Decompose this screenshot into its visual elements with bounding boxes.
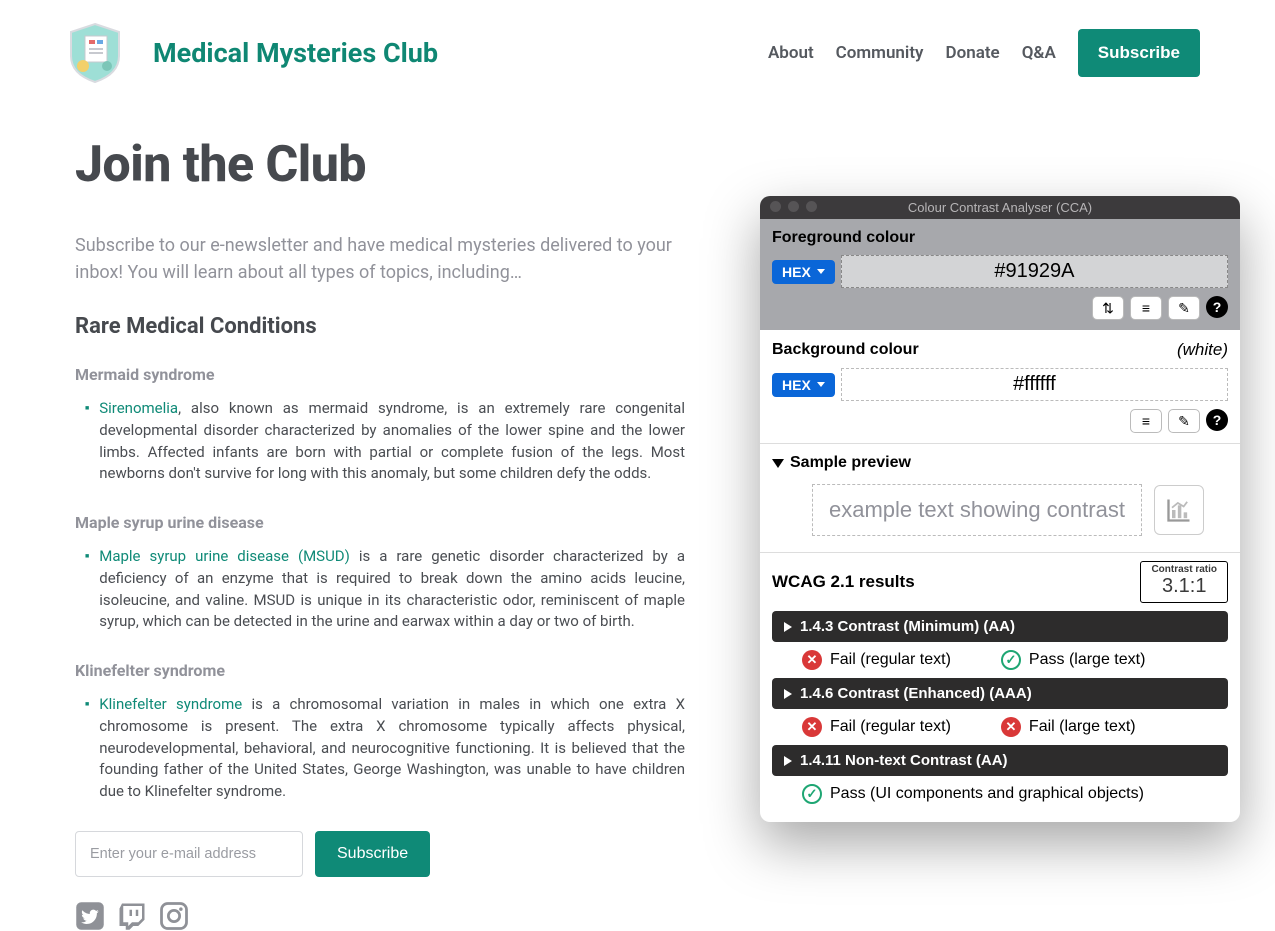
bg-help-button[interactable]: ?	[1206, 409, 1228, 431]
subscribe-button[interactable]: Subscribe	[1078, 29, 1200, 77]
window-controls[interactable]	[770, 201, 817, 212]
result-1411-detail: ✓ Pass (UI components and graphical objec…	[772, 776, 1228, 808]
email-field[interactable]	[75, 831, 303, 877]
background-note: (white)	[1177, 340, 1228, 360]
swap-colors-button[interactable]: ⇅	[1092, 296, 1124, 320]
fg-color-input[interactable]	[841, 255, 1228, 288]
cca-titlebar[interactable]: Colour Contrast Analyser (CCA)	[760, 196, 1240, 219]
intro-text: Subscribe to our e-newsletter and have m…	[75, 232, 685, 286]
chevron-right-icon	[784, 756, 792, 766]
condition-maple: Maple syrup urine disease Maple syrup ur…	[75, 513, 685, 633]
preview-toggle[interactable]: Sample preview	[772, 454, 1228, 472]
sliders-icon: ≡	[1142, 300, 1150, 316]
twitter-icon[interactable]	[75, 901, 105, 931]
result-1411-label: 1.4.11 Non-text Contrast (AA)	[800, 752, 1008, 769]
swap-icon: ⇅	[1102, 300, 1114, 317]
preview-section: Sample preview example text showing cont…	[760, 444, 1240, 553]
pass-icon: ✓	[1001, 650, 1021, 670]
fg-eyedropper-button[interactable]: ✎	[1168, 296, 1200, 320]
link-sirenomelia[interactable]: Sirenomelia	[99, 399, 178, 417]
result-146-fail1: Fail (regular text)	[830, 718, 951, 736]
link-msud[interactable]: Maple syrup urine disease (MSUD)	[99, 547, 350, 565]
zoom-window-icon[interactable]	[806, 201, 817, 212]
instagram-icon[interactable]	[159, 901, 189, 931]
ratio-label: Contrast ratio	[1151, 564, 1217, 575]
link-klinefelter[interactable]: Klinefelter syndrome	[99, 695, 242, 713]
nav-qa[interactable]: Q&A	[1022, 43, 1056, 63]
results-section: WCAG 2.1 results Contrast ratio 3.1:1 1.…	[760, 553, 1240, 822]
list-item: Maple syrup urine disease (MSUD) is a ra…	[85, 546, 685, 633]
result-143-label: 1.4.3 Contrast (Minimum) (AA)	[800, 618, 1015, 635]
cca-window: Colour Contrast Analyser (CCA) Foregroun…	[760, 196, 1240, 822]
result-146-header[interactable]: 1.4.6 Contrast (Enhanced) (AAA)	[772, 678, 1228, 709]
chevron-right-icon	[784, 689, 792, 699]
nav-community[interactable]: Community	[836, 43, 924, 63]
fail-icon: ✕	[802, 650, 822, 670]
chart-icon	[1165, 496, 1193, 524]
foreground-section: Foreground colour HEX ⇅ ≡ ✎ ?	[760, 219, 1240, 330]
subscribe-form: Subscribe	[75, 831, 685, 877]
chevron-down-icon	[772, 459, 784, 468]
cca-title: Colour Contrast Analyser (CCA)	[908, 200, 1092, 215]
close-window-icon[interactable]	[770, 201, 781, 212]
site-header: Medical Mysteries Club About Community D…	[0, 0, 1275, 96]
sliders-icon: ≡	[1142, 413, 1150, 429]
bg-sliders-button[interactable]: ≡	[1130, 409, 1162, 433]
condition-heading: Klinefelter syndrome	[75, 661, 685, 680]
main-nav: About Community Donate Q&A Subscribe	[768, 29, 1200, 77]
fg-format-select[interactable]: HEX	[772, 260, 835, 284]
background-label: Background colour	[772, 341, 919, 359]
eyedropper-icon: ✎	[1178, 413, 1190, 430]
brand: Medical Mysteries Club	[65, 22, 438, 84]
preview-text: example text showing contrast	[812, 484, 1142, 536]
nav-about[interactable]: About	[768, 43, 814, 63]
section-heading: Rare Medical Conditions	[75, 314, 685, 339]
brand-title: Medical Mysteries Club	[153, 37, 438, 69]
fail-icon: ✕	[1001, 717, 1021, 737]
fail-icon: ✕	[802, 717, 822, 737]
result-1411-pass: Pass (UI components and graphical object…	[830, 785, 1144, 803]
foreground-label: Foreground colour	[772, 229, 1228, 247]
bg-format-select[interactable]: HEX	[772, 373, 835, 397]
condition-heading: Maple syrup urine disease	[75, 513, 685, 532]
condition-mermaid: Mermaid syndrome Sirenomelia, also known…	[75, 365, 685, 485]
chevron-right-icon	[784, 622, 792, 632]
list-item: Sirenomelia, also known as mermaid syndr…	[85, 398, 685, 485]
condition-heading: Mermaid syndrome	[75, 365, 685, 384]
page-title: Join the Club	[75, 136, 685, 194]
preview-chart-button[interactable]	[1154, 485, 1204, 535]
result-143-pass: Pass (large text)	[1029, 651, 1145, 669]
background-section: Background colour (white) HEX ≡ ✎ ?	[760, 330, 1240, 444]
nav-donate[interactable]: Donate	[946, 43, 1000, 63]
result-146-label: 1.4.6 Contrast (Enhanced) (AAA)	[800, 685, 1032, 702]
ratio-value: 3.1:1	[1151, 575, 1217, 598]
results-title: WCAG 2.1 results	[772, 572, 915, 592]
result-143-fail: Fail (regular text)	[830, 651, 951, 669]
result-146-fail2: Fail (large text)	[1029, 718, 1136, 736]
condition-klinefelter: Klinefelter syndrome Klinefelter syndrom…	[75, 661, 685, 803]
eyedropper-icon: ✎	[1178, 300, 1190, 317]
contrast-ratio-box: Contrast ratio 3.1:1	[1140, 561, 1228, 603]
minimize-window-icon[interactable]	[788, 201, 799, 212]
body-text: , also known as mermaid syndrome, is an …	[99, 399, 685, 482]
twitch-icon[interactable]	[117, 901, 147, 931]
result-143-header[interactable]: 1.4.3 Contrast (Minimum) (AA)	[772, 611, 1228, 642]
bg-eyedropper-button[interactable]: ✎	[1168, 409, 1200, 433]
list-item: Klinefelter syndrome is a chromosomal va…	[85, 694, 685, 803]
logo-icon	[65, 22, 125, 84]
main-content: Join the Club Subscribe to our e-newslet…	[0, 96, 760, 931]
fg-help-button[interactable]: ?	[1206, 296, 1228, 318]
subscribe-form-button[interactable]: Subscribe	[315, 831, 430, 877]
fg-sliders-button[interactable]: ≡	[1130, 296, 1162, 320]
result-1411-header[interactable]: 1.4.11 Non-text Contrast (AA)	[772, 745, 1228, 776]
result-143-detail: ✕ Fail (regular text) ✓ Pass (large text)	[772, 642, 1228, 674]
pass-icon: ✓	[802, 784, 822, 804]
social-links	[75, 901, 685, 931]
bg-color-input[interactable]	[841, 368, 1228, 401]
preview-label: Sample preview	[790, 454, 911, 472]
result-146-detail: ✕ Fail (regular text) ✕ Fail (large text)	[772, 709, 1228, 741]
